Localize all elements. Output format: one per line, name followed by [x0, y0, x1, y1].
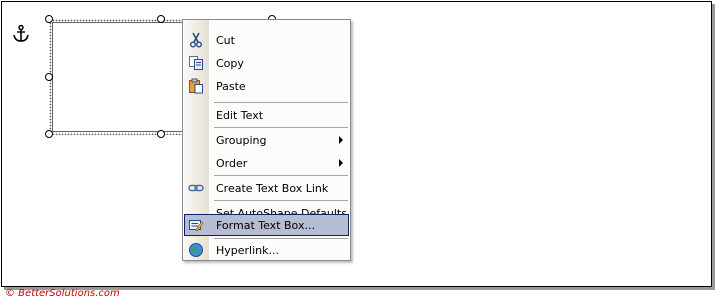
copy-icon — [189, 56, 203, 70]
document-canvas: Cut Copy Paste Edit Text Grouping Order … — [1, 1, 712, 287]
menu-item-grouping[interactable]: Grouping — [184, 129, 349, 151]
menu-item-format-text-box[interactable]: Format Text Box... — [184, 214, 349, 236]
context-menu: Cut Copy Paste Edit Text Grouping Order … — [182, 19, 351, 261]
copyright-footer: © BetterSolutions.com — [5, 288, 120, 299]
resize-handle-bottom-left[interactable] — [45, 130, 53, 138]
menu-item-label: Copy — [216, 57, 244, 70]
format-textbox-icon — [189, 220, 204, 232]
menu-item-copy[interactable]: Copy — [184, 52, 349, 74]
scissors-icon — [190, 32, 202, 48]
menu-item-label: Edit Text — [216, 109, 264, 122]
resize-handle-middle-left[interactable] — [45, 73, 53, 81]
globe-icon — [189, 243, 203, 257]
menu-item-order[interactable]: Order — [184, 152, 349, 174]
menu-separator — [214, 200, 348, 201]
menu-separator — [214, 102, 348, 103]
menu-item-create-text-box-link[interactable]: Create Text Box Link — [184, 177, 349, 199]
menu-separator — [214, 175, 348, 176]
menu-item-label: Cut — [216, 34, 235, 47]
link-icon — [188, 184, 204, 192]
menu-item-paste[interactable]: Paste — [184, 75, 349, 97]
paste-icon — [189, 78, 203, 94]
menu-item-label: Grouping — [216, 134, 267, 147]
resize-handle-top-middle[interactable] — [157, 15, 165, 23]
submenu-arrow-icon — [339, 136, 343, 144]
menu-item-label: Format Text Box... — [216, 219, 315, 232]
menu-item-label: Paste — [216, 80, 246, 93]
menu-item-hyperlink[interactable]: Hyperlink... — [184, 239, 349, 261]
menu-item-label: Create Text Box Link — [216, 182, 329, 195]
menu-item-edit-text[interactable]: Edit Text — [184, 104, 349, 126]
resize-handle-top-left[interactable] — [45, 15, 53, 23]
menu-item-label: Hyperlink... — [216, 244, 279, 257]
resize-handle-bottom-middle[interactable] — [157, 130, 165, 138]
menu-item-cut[interactable]: Cut — [184, 29, 349, 51]
submenu-arrow-icon — [339, 159, 343, 167]
menu-separator — [214, 127, 348, 128]
anchor-icon — [13, 24, 29, 42]
menu-item-label: Order — [216, 157, 248, 170]
